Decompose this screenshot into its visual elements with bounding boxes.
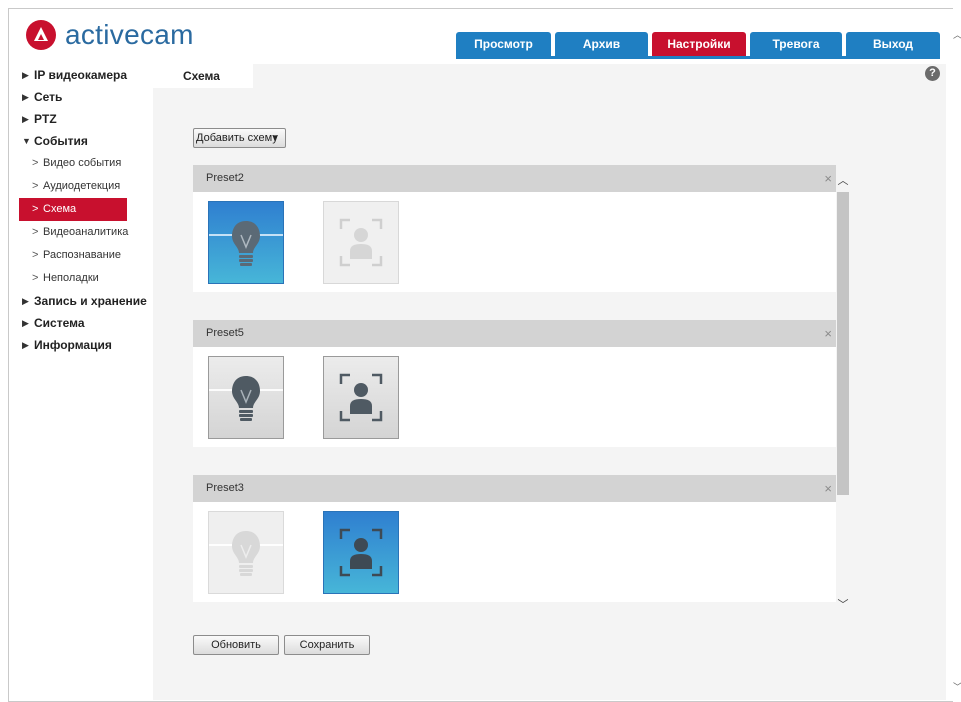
bulb-tile-disabled[interactable] — [208, 511, 284, 594]
sidebar-subitem-label: Аудиодетекция — [43, 180, 121, 192]
sidebar-subitem-label: Видеоаналитика — [43, 226, 129, 238]
expand-arrow-icon: ▶ — [22, 70, 29, 80]
lightbulb-icon — [208, 201, 284, 284]
sidebar-item-system[interactable]: ▶ Система — [12, 312, 152, 334]
preset-list: Preset2 × Preset5 × Preset3 × — [193, 165, 836, 617]
preset-header: Preset2 × — [193, 165, 836, 192]
brand-name: activecam — [65, 19, 194, 50]
sidebar-item-network[interactable]: ▶ Сеть — [12, 86, 152, 108]
page-title-tab: Схема — [153, 64, 253, 88]
chevron-right-icon: > — [32, 203, 39, 215]
activecam-logo-icon — [26, 20, 56, 50]
chevron-right-icon: > — [32, 226, 39, 238]
tab-archive[interactable]: Архив — [555, 32, 648, 56]
help-icon[interactable]: ? — [925, 66, 940, 81]
sidebar-item-label: События — [34, 134, 88, 148]
sidebar-item-recording-storage[interactable]: ▶ Запись и хранение — [12, 290, 152, 312]
main-content: Схема ? Добавить схему ▼ Preset2 × Prese… — [153, 64, 946, 700]
chevron-up-icon[interactable]: ︿ — [953, 28, 961, 41]
window-scrollbar[interactable]: ︿ ﹀ — [953, 8, 961, 702]
face-detection-icon — [323, 511, 399, 594]
expand-arrow-icon: ▶ — [22, 114, 29, 124]
preset-header: Preset3 × — [193, 475, 836, 502]
sidebar-item-label: Система — [34, 316, 85, 330]
brand-logo: activecam — [26, 20, 194, 50]
chevron-down-icon[interactable]: ﹀ — [953, 680, 961, 693]
preset-name: Preset5 — [206, 327, 244, 339]
preset-header: Preset5 × — [193, 320, 836, 347]
person-tile-disabled[interactable] — [323, 201, 399, 284]
close-icon[interactable]: × — [824, 165, 832, 192]
sidebar-subitem-label: Распознавание — [43, 249, 121, 261]
lightbulb-icon — [208, 511, 284, 594]
sidebar-subitem-label: Видео события — [43, 157, 122, 169]
sidebar-subitem-video-analytics[interactable]: > Видеоаналитика — [12, 221, 152, 244]
chevron-right-icon: > — [32, 180, 39, 192]
preset-body — [193, 192, 836, 292]
tab-alarm[interactable]: Тревога — [750, 32, 842, 56]
save-button[interactable]: Сохранить — [284, 635, 370, 655]
preset-card: Preset5 × — [193, 320, 836, 447]
lightbulb-icon — [208, 356, 284, 439]
chevron-right-icon: > — [32, 157, 39, 169]
collapse-arrow-icon: ▼ — [22, 136, 31, 146]
bulb-tile-active[interactable] — [208, 201, 284, 284]
sidebar-subitem-label: Неполадки — [43, 272, 99, 284]
sidebar-subitem-scheme[interactable]: > Схема — [19, 198, 127, 221]
person-tile-active[interactable] — [323, 511, 399, 594]
sidebar-item-label: IP видеокамера — [34, 68, 128, 82]
sidebar-subitem-malfunctions[interactable]: > Неполадки — [12, 267, 152, 290]
expand-arrow-icon: ▶ — [22, 340, 29, 350]
sidebar-item-ptz[interactable]: ▶ PTZ — [12, 108, 152, 130]
sidebar-subitem-video-events[interactable]: > Видео события — [12, 152, 152, 175]
person-tile-normal[interactable] — [323, 356, 399, 439]
add-scheme-label: Добавить схему — [196, 132, 278, 144]
sidebar-subitem-label: Схема — [43, 203, 77, 215]
preset-name: Preset3 — [206, 482, 244, 494]
preset-list-scrollbar[interactable]: ︿ ﹀ — [836, 165, 850, 617]
preset-card: Preset3 × — [193, 475, 836, 602]
sidebar: ▶ IP видеокамера ▶ Сеть ▶ PTZ ▼ События > Вид… — [12, 64, 152, 356]
chevron-right-icon: > — [32, 272, 39, 284]
preset-body — [193, 502, 836, 602]
close-icon[interactable]: × — [824, 475, 832, 502]
sidebar-subitem-audio-detection[interactable]: > Аудиодетекция — [12, 175, 152, 198]
add-scheme-dropdown[interactable]: Добавить схему ▼ — [193, 128, 286, 148]
close-icon[interactable]: × — [824, 320, 832, 347]
caret-down-icon: ▼ — [271, 133, 279, 142]
top-navigation: Просмотр Архив Настройки Тревога Выход — [456, 32, 940, 56]
expand-arrow-icon: ▶ — [22, 92, 29, 102]
expand-arrow-icon: ▶ — [22, 318, 29, 328]
expand-arrow-icon: ▶ — [22, 296, 29, 306]
preset-card: Preset2 × — [193, 165, 836, 292]
sidebar-item-information[interactable]: ▶ Информация — [12, 334, 152, 356]
preset-body — [193, 347, 836, 447]
sidebar-item-label: PTZ — [34, 112, 57, 126]
chevron-down-icon[interactable]: ﹀ — [836, 597, 850, 613]
nav-underline — [456, 56, 940, 59]
chevron-up-icon[interactable]: ︿ — [836, 173, 850, 189]
chevron-right-icon: > — [32, 249, 39, 261]
face-detection-icon — [323, 356, 399, 439]
tab-logout[interactable]: Выход — [846, 32, 940, 56]
face-detection-icon — [323, 201, 399, 284]
sidebar-item-label: Информация — [34, 338, 112, 352]
refresh-button[interactable]: Обновить — [193, 635, 279, 655]
tab-settings[interactable]: Настройки — [652, 32, 746, 56]
tab-preview[interactable]: Просмотр — [456, 32, 551, 56]
preset-name: Preset2 — [206, 172, 244, 184]
sidebar-item-label: Запись и хранение — [34, 294, 147, 308]
bulb-tile-normal[interactable] — [208, 356, 284, 439]
sidebar-item-events[interactable]: ▼ События — [12, 130, 152, 152]
sidebar-item-ip-camera[interactable]: ▶ IP видеокамера — [12, 64, 152, 86]
scrollbar-thumb[interactable] — [837, 192, 849, 495]
sidebar-subitem-recognition[interactable]: > Распознавание — [12, 244, 152, 267]
sidebar-item-label: Сеть — [34, 90, 63, 104]
